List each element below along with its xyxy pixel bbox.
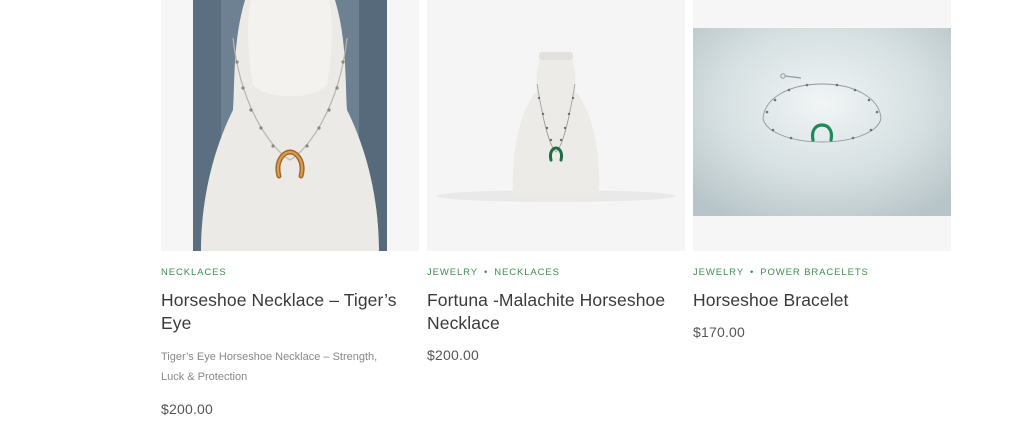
category-link[interactable]: POWER BRACELETS: [760, 267, 869, 278]
product-price: $200.00: [161, 401, 214, 417]
product-categories: JEWELRY • NECKLACES: [427, 267, 685, 279]
product-grid: NECKLACES Horseshoe Necklace – Tiger’s E…: [161, 0, 951, 447]
category-link[interactable]: NECKLACES: [161, 267, 227, 278]
product-title-link[interactable]: Fortuna -Malachite Horseshoe Necklace: [427, 289, 685, 335]
product-image: [427, 0, 685, 251]
product-categories: JEWELRY • POWER BRACELETS: [693, 267, 951, 279]
category-link[interactable]: JEWELRY: [693, 267, 744, 278]
product-card: NECKLACES Horseshoe Necklace – Tiger’s E…: [161, 0, 419, 447]
product-short-description: Tiger’s Eye Horseshoe Necklace – Strengt…: [161, 351, 378, 383]
product-title-link[interactable]: Horseshoe Necklace – Tiger’s Eye: [161, 289, 419, 335]
product-card: JEWELRY • POWER BRACELETS Horseshoe Bracel…: [693, 0, 951, 447]
product-image-link[interactable]: [161, 0, 419, 251]
category-link[interactable]: NECKLACES: [494, 267, 560, 278]
product-image-link[interactable]: [693, 0, 951, 251]
category-separator: •: [750, 267, 755, 278]
product-image: [193, 0, 387, 251]
product-categories: NECKLACES: [161, 267, 419, 279]
product-image-link[interactable]: [427, 0, 685, 251]
category-separator: •: [484, 267, 489, 278]
product-price: $170.00: [693, 324, 746, 340]
product-image: [693, 28, 951, 216]
product-title-link[interactable]: Horseshoe Bracelet: [693, 289, 951, 312]
category-link[interactable]: JEWELRY: [427, 267, 478, 278]
product-card: JEWELRY • NECKLACES Fortuna -Malachite Hor…: [427, 0, 685, 447]
product-price: $200.00: [427, 347, 480, 363]
